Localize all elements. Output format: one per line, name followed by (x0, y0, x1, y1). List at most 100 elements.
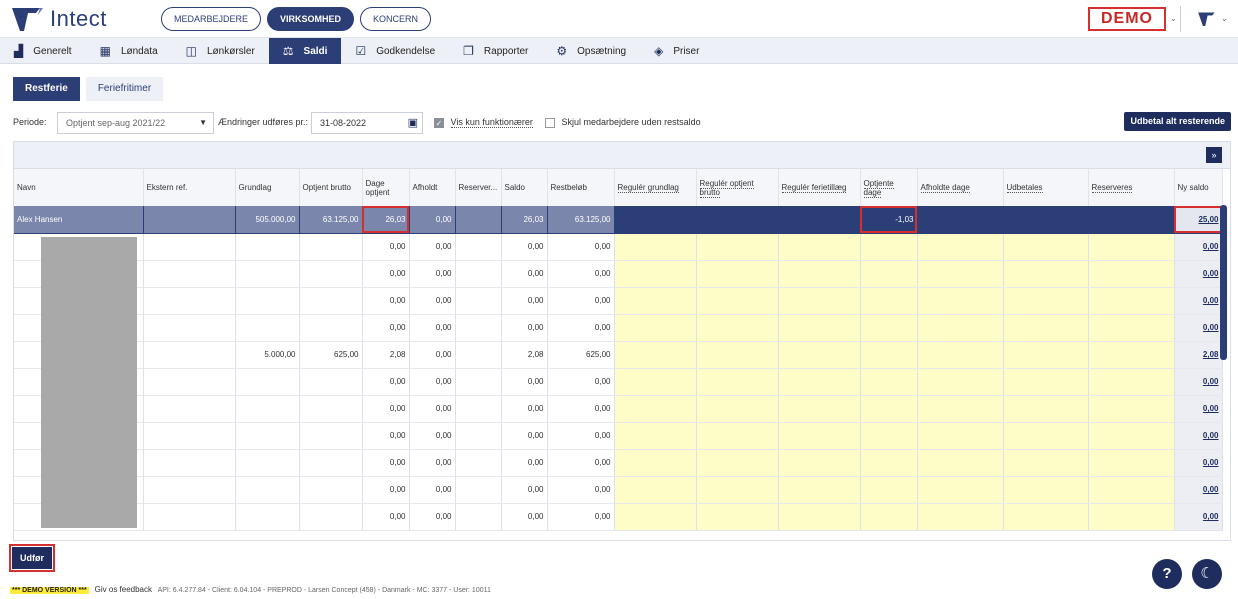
table-cell[interactable] (778, 503, 861, 531)
table-cell[interactable]: 0,00 (409, 287, 456, 315)
table-cell[interactable]: 0,00 (1174, 287, 1223, 315)
table-cell[interactable] (1003, 233, 1089, 261)
table-cell[interactable]: 0,00 (501, 287, 548, 315)
sub-nav-priser[interactable]: ◈ Priser (640, 38, 713, 64)
sub-nav-rapporter[interactable]: ❐ Rapporter (449, 38, 542, 64)
main-nav-company[interactable]: VIRKSOMHED (267, 7, 355, 31)
table-cell[interactable]: 0,00 (501, 503, 548, 531)
chevron-down-icon[interactable]: ⌄ (1170, 14, 1177, 23)
table-cell[interactable] (299, 422, 363, 450)
table-cell[interactable] (299, 476, 363, 504)
table-cell[interactable] (455, 314, 502, 342)
column-header[interactable]: Udbetales (1003, 169, 1089, 206)
table-cell[interactable] (1003, 503, 1089, 531)
chevron-down-icon[interactable]: ⌄ (1221, 14, 1228, 23)
table-cell[interactable]: 0,00 (1174, 314, 1223, 342)
table-cell[interactable]: 0,00 (547, 422, 615, 450)
table-cell[interactable] (614, 476, 697, 504)
table-cell[interactable]: 2,08 (501, 341, 548, 369)
cell-ext[interactable] (143, 206, 236, 234)
table-cell[interactable] (1003, 341, 1089, 369)
table-cell[interactable]: 0,00 (547, 260, 615, 288)
table-cell[interactable]: 0,00 (501, 449, 548, 477)
intect-logo[interactable]: Intect (10, 5, 107, 33)
table-cell[interactable] (1003, 476, 1089, 504)
table-cell[interactable]: 0,00 (409, 395, 456, 423)
table-cell[interactable] (1088, 503, 1175, 531)
sub-nav-opsætning[interactable]: ⚙ Opsætning (542, 38, 640, 64)
main-nav-group[interactable]: KONCERN (360, 7, 432, 31)
table-cell[interactable] (455, 341, 502, 369)
table-cell[interactable] (143, 395, 236, 423)
table-cell[interactable] (235, 395, 300, 423)
table-row[interactable]: 5.000,00 625,00 2,08 0,00 2,08 625,00 2,08 (14, 341, 1223, 369)
table-cell[interactable] (455, 368, 502, 396)
feedback-link[interactable]: Giv os feedback (95, 585, 152, 594)
table-cell[interactable] (235, 314, 300, 342)
column-header[interactable]: Reserveres (1088, 169, 1175, 206)
table-row[interactable]: 0,00 0,00 0,00 0,00 0,00 (14, 449, 1223, 477)
date-input[interactable]: 31-08-2022 ▣ (311, 112, 423, 134)
table-cell[interactable]: 0,00 (409, 449, 456, 477)
table-cell[interactable]: 0,00 (409, 233, 456, 261)
table-row[interactable]: 0,00 0,00 0,00 0,00 0,00 (14, 368, 1223, 396)
column-header[interactable]: Afholdte dage (917, 169, 1004, 206)
table-cell[interactable]: 0,00 (547, 287, 615, 315)
table-cell[interactable]: 0,00 (409, 476, 456, 504)
table-cell[interactable] (917, 314, 1004, 342)
table-cell[interactable] (143, 314, 236, 342)
column-header[interactable]: Restbeløb (547, 169, 615, 206)
table-cell[interactable] (1003, 395, 1089, 423)
table-cell[interactable] (235, 449, 300, 477)
table-cell[interactable] (235, 503, 300, 531)
vertical-scrollbar[interactable] (1220, 205, 1227, 360)
table-cell[interactable] (1003, 314, 1089, 342)
column-header[interactable]: Regulér ferietillæg (778, 169, 861, 206)
execute-button[interactable]: Udfør (9, 544, 55, 572)
table-cell[interactable] (696, 476, 779, 504)
table-cell[interactable]: 0,00 (501, 422, 548, 450)
table-cell[interactable] (1088, 476, 1175, 504)
table-cell[interactable] (1088, 341, 1175, 369)
table-cell[interactable] (455, 233, 502, 261)
table-cell[interactable]: 0,00 (501, 368, 548, 396)
tab-feriefritimer[interactable]: Feriefritimer (85, 77, 164, 101)
table-cell[interactable]: 0,00 (409, 260, 456, 288)
cell-reserveres[interactable] (1088, 206, 1175, 234)
column-header[interactable]: Optjente dage (860, 169, 918, 206)
table-cell[interactable]: 0,00 (362, 503, 410, 531)
table-row[interactable]: 0,00 0,00 0,00 0,00 0,00 (14, 503, 1223, 531)
table-cell[interactable] (860, 395, 918, 423)
cell-udbetales[interactable] (1003, 206, 1089, 234)
column-header[interactable]: Grundlag (235, 169, 300, 206)
table-cell[interactable]: 0,00 (547, 233, 615, 261)
sub-nav-godkendelse[interactable]: ☑ Godkendelse (341, 38, 449, 64)
table-cell[interactable]: 0,00 (409, 314, 456, 342)
table-cell[interactable] (614, 287, 697, 315)
cell-reg-optjent[interactable] (696, 206, 779, 234)
expand-columns-button[interactable]: » (1206, 147, 1222, 163)
demo-badge[interactable]: DEMO (1088, 7, 1166, 31)
cell-optjent[interactable]: 63.125,00 (299, 206, 363, 234)
table-cell[interactable] (778, 368, 861, 396)
table-cell[interactable] (917, 422, 1004, 450)
pay-all-remaining-button[interactable]: Udbetal alt resterende (1124, 112, 1231, 131)
table-cell[interactable] (917, 503, 1004, 531)
table-cell[interactable] (917, 449, 1004, 477)
period-select[interactable]: Optjent sep-aug 2021/22 ▼ (57, 112, 214, 134)
table-cell[interactable]: 0,00 (362, 287, 410, 315)
table-cell[interactable]: 0,00 (501, 476, 548, 504)
table-cell[interactable]: 0,00 (362, 476, 410, 504)
column-header[interactable]: Reserver... (455, 169, 502, 206)
table-cell[interactable] (696, 395, 779, 423)
table-cell[interactable] (860, 314, 918, 342)
table-cell[interactable] (299, 287, 363, 315)
cell-reserver[interactable] (455, 206, 502, 234)
table-cell[interactable] (614, 260, 697, 288)
column-header[interactable]: Afholdt (409, 169, 456, 206)
table-cell[interactable] (696, 449, 779, 477)
table-cell[interactable] (455, 422, 502, 450)
table-cell[interactable] (299, 449, 363, 477)
table-cell[interactable]: 0,00 (362, 314, 410, 342)
table-cell[interactable] (235, 476, 300, 504)
